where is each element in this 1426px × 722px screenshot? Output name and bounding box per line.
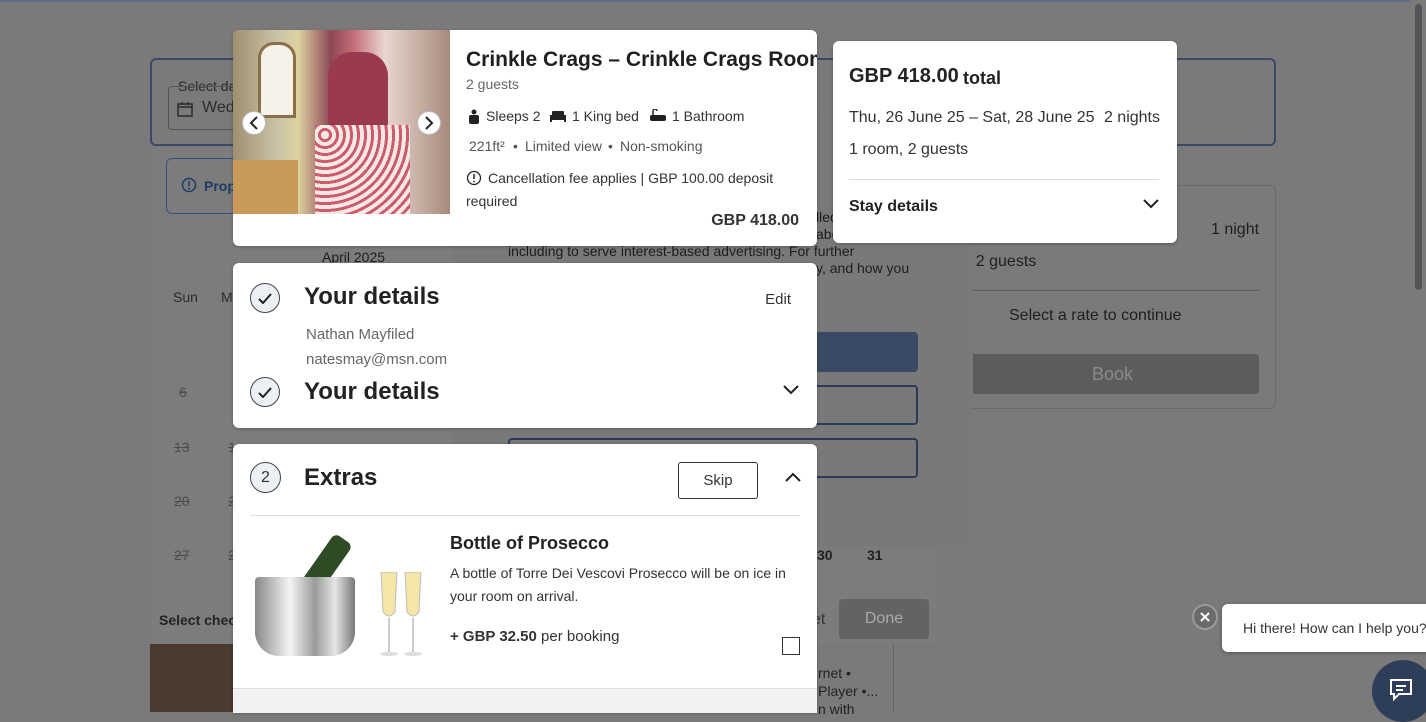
scrollbar-thumb[interactable] bbox=[1415, 4, 1422, 290]
room-card-border bbox=[893, 644, 894, 712]
chevron-up-icon[interactable] bbox=[785, 472, 801, 482]
bed-icon bbox=[550, 111, 566, 122]
date-input-value: Wed bbox=[202, 99, 235, 116]
chevron-left-icon bbox=[249, 116, 258, 130]
total-label: total bbox=[963, 68, 1001, 88]
book-button[interactable]: Book bbox=[966, 354, 1259, 394]
stay-dates: Thu, 26 June 25 – Sat, 28 June 25 bbox=[849, 109, 1095, 126]
select-rate-text: Select a rate to continue bbox=[1009, 307, 1182, 324]
section-title: Your details bbox=[304, 283, 440, 310]
calendar-day[interactable]: 31 bbox=[867, 547, 883, 563]
extras-divider bbox=[250, 515, 800, 516]
room-size: 221ft² bbox=[469, 138, 505, 154]
done-button[interactable]: Done bbox=[839, 599, 929, 639]
alert-circle-icon bbox=[466, 170, 482, 186]
room-price: GBP 418.00 bbox=[711, 212, 799, 229]
guest-email: natesmay@msn.com bbox=[306, 351, 448, 368]
room-thumbnail bbox=[150, 644, 236, 712]
total-divider bbox=[849, 179, 1159, 180]
checkmark-icon bbox=[258, 292, 272, 304]
chat-greeting-bubble[interactable]: Hi there! How can I help you? bbox=[1222, 604, 1426, 652]
calendar-day[interactable]: 13 bbox=[174, 439, 190, 455]
bullet-separator: • bbox=[608, 138, 613, 154]
your-details-card: Your details Edit Nathan Mayfiled natesm… bbox=[233, 263, 817, 428]
close-icon bbox=[1200, 612, 1210, 622]
sleeps-label: Sleeps 2 bbox=[486, 108, 541, 124]
chevron-down-icon[interactable] bbox=[1143, 199, 1159, 209]
summary-nights: 1 night bbox=[1211, 221, 1260, 238]
feature-sleeps: Sleeps 2 bbox=[468, 108, 540, 124]
extra-price-amount: + GBP 32.50 bbox=[450, 628, 537, 645]
room-guests: 2 guests bbox=[466, 76, 519, 92]
weekday-sun: Sun bbox=[173, 289, 198, 305]
total-price: GBP 418.00 bbox=[849, 65, 959, 87]
cookie-text-fragment: y, and how you bbox=[816, 260, 910, 276]
extra-price-unit: per booking bbox=[541, 628, 620, 645]
property-notice-text: Prop bbox=[204, 178, 236, 194]
bed-label: 1 King bed bbox=[572, 108, 639, 124]
calendar-day[interactable]: 20 bbox=[174, 493, 190, 509]
cancellation-policy: Cancellation fee applies | GBP 100.00 de… bbox=[466, 167, 796, 213]
select-checkout-text: Select check bbox=[159, 612, 244, 628]
cancellation-text: Cancellation fee applies | GBP 100.00 de… bbox=[466, 170, 774, 209]
step-number: 2 bbox=[250, 462, 281, 493]
calendar-day[interactable]: 30 bbox=[817, 547, 833, 563]
chat-greeting-text: Hi there! How can I help you? bbox=[1243, 620, 1426, 636]
skip-button[interactable]: Skip bbox=[678, 462, 758, 499]
prosecco-photo bbox=[250, 532, 432, 656]
room-title: Crinkle Crags – Crinkle Crags Room bbox=[466, 48, 817, 71]
room-smoking: Non-smoking bbox=[620, 138, 703, 154]
checkmark-icon bbox=[258, 386, 272, 398]
bath-icon bbox=[650, 109, 666, 121]
guest-name: Nathan Mayfiled bbox=[306, 326, 415, 343]
extra-name: Bottle of Prosecco bbox=[450, 533, 610, 553]
chevron-right-icon bbox=[425, 116, 434, 130]
extras-footer bbox=[233, 688, 817, 713]
edit-details-link[interactable]: Edit bbox=[765, 291, 791, 308]
chevron-down-icon[interactable] bbox=[783, 385, 799, 395]
section-title: Extras bbox=[304, 464, 378, 491]
weekday-mon: M bbox=[221, 289, 233, 305]
top-border bbox=[0, 0, 1410, 2]
calendar-day[interactable]: 6 bbox=[179, 384, 187, 400]
person-icon bbox=[469, 109, 479, 124]
amenity-item: rnet • bbox=[818, 665, 851, 681]
amenity-item: Player •... bbox=[818, 683, 879, 699]
step-complete-icon bbox=[250, 283, 280, 313]
photo-next-button[interactable] bbox=[417, 111, 441, 135]
chat-icon bbox=[1390, 679, 1412, 702]
chat-close-button[interactable] bbox=[1192, 604, 1218, 630]
rooms-guests: 1 room, 2 guests bbox=[849, 141, 969, 158]
section-title[interactable]: Your details bbox=[304, 378, 440, 406]
photo-prev-button[interactable] bbox=[242, 111, 266, 135]
extra-price: + GBP 32.50 per booking bbox=[450, 628, 619, 645]
chat-launcher-button[interactable] bbox=[1372, 660, 1426, 722]
summary-divider bbox=[970, 290, 1259, 291]
extra-description: A bottle of Torre Dei Vescovi Prosecco w… bbox=[450, 565, 786, 604]
bathroom-label: 1 Bathroom bbox=[672, 108, 745, 124]
calendar-day[interactable]: 27 bbox=[174, 547, 190, 563]
stay-details-toggle[interactable]: Stay details bbox=[849, 198, 938, 216]
step-complete-icon bbox=[250, 377, 280, 407]
info-icon bbox=[181, 177, 197, 193]
amenity-item: n with bbox=[818, 701, 855, 717]
total-card: GBP 418.00 total Thu, 26 June 25 – Sat, … bbox=[833, 41, 1177, 243]
feature-bed: 1 King bed bbox=[550, 108, 639, 124]
room-card: Crinkle Crags – Crinkle Crags Room 2 gue… bbox=[233, 30, 817, 246]
feature-bathroom: 1 Bathroom bbox=[650, 108, 744, 124]
stay-nights: 2 nights bbox=[1103, 109, 1160, 126]
calendar-icon bbox=[177, 102, 193, 117]
bullet-separator: • bbox=[513, 138, 518, 154]
extras-card: 2 Extras Skip Bottle of Prosecco A bottl… bbox=[233, 444, 817, 713]
add-extra-checkbox[interactable] bbox=[782, 637, 800, 655]
room-amenities: rnet • Player •... n with bbox=[818, 664, 878, 718]
room-view: Limited view bbox=[525, 138, 603, 154]
